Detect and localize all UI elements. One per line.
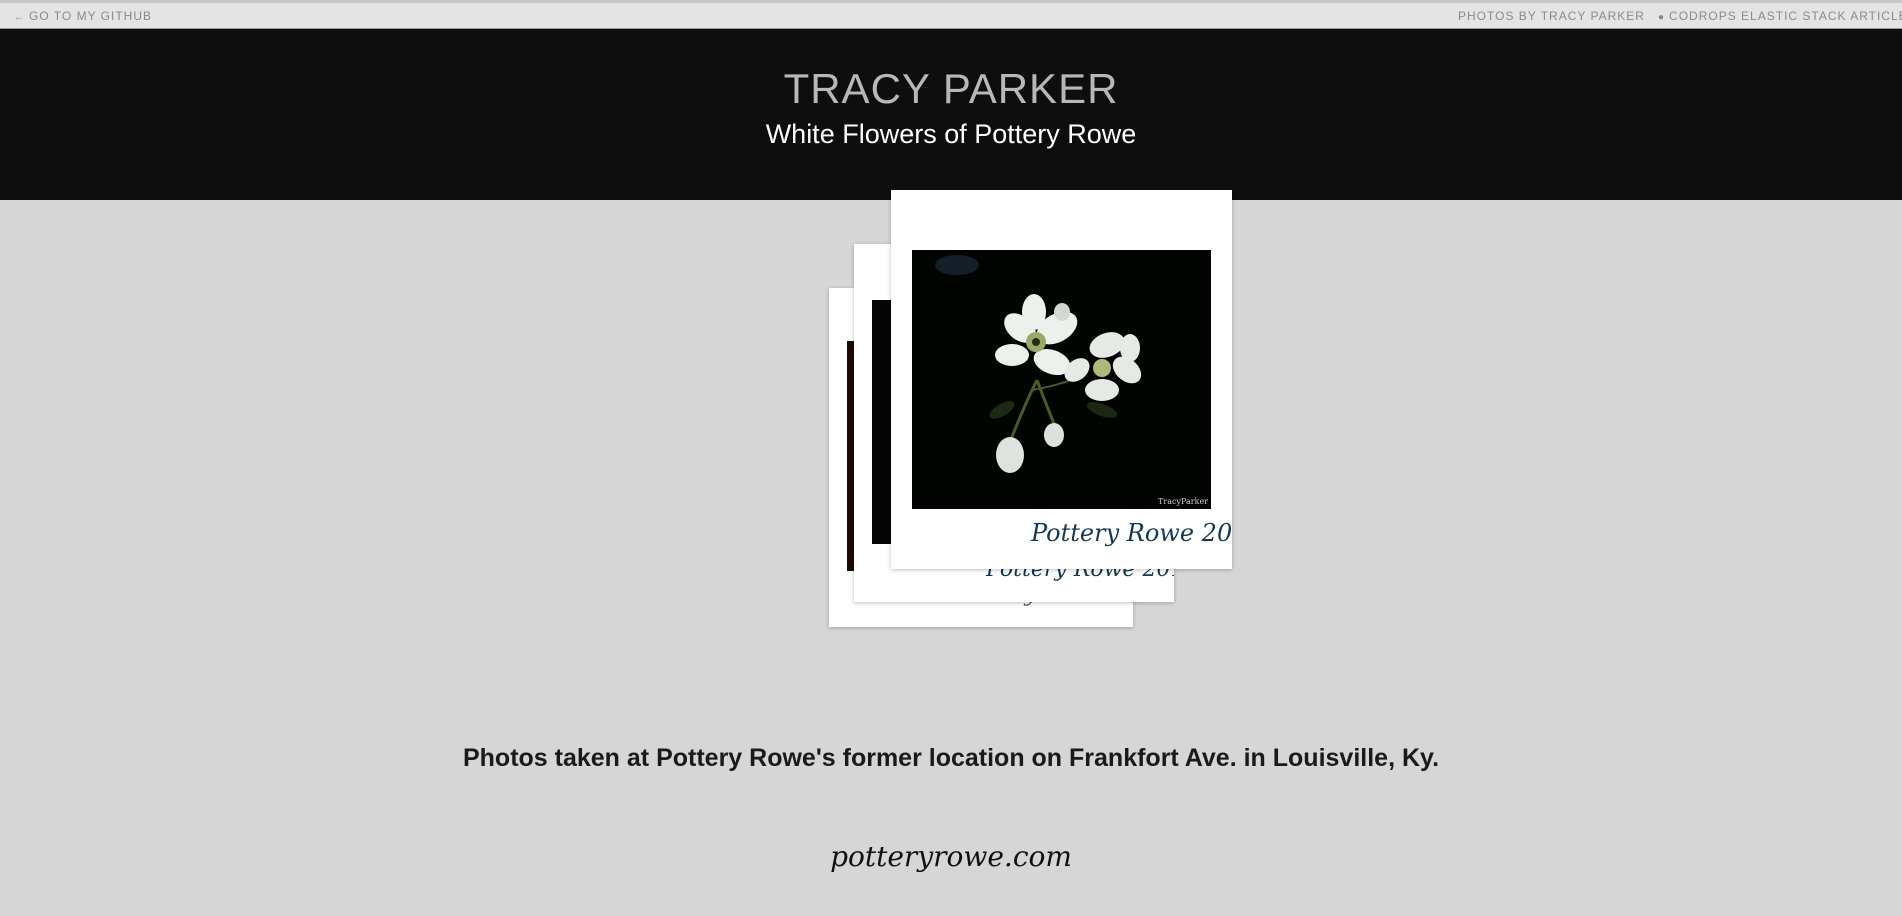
- photos-by-link[interactable]: Photos by Tracy Parker: [1458, 9, 1645, 23]
- github-link-label: Go to my GitHub: [29, 9, 153, 23]
- flower-photo: [872, 300, 892, 544]
- top-bar: ← Go to my GitHub Photos by Tracy Parker …: [0, 0, 1902, 29]
- github-link[interactable]: ← Go to my GitHub: [14, 9, 152, 23]
- photo-card-top[interactable]: TracyParker Pottery Rowe 2014: [891, 190, 1232, 569]
- article-link[interactable]: ● Codrops Elastic Stack Article: [1658, 9, 1902, 23]
- photo-watermark: TracyParker: [1158, 497, 1208, 506]
- flower-photo: TracyParker: [912, 250, 1211, 509]
- arrow-left-icon: ←: [14, 12, 25, 23]
- article-link-label: Codrops Elastic Stack Article: [1669, 9, 1902, 23]
- droplet-icon: ●: [1658, 12, 1666, 23]
- pottery-rowe-site-link[interactable]: potteryrowe.com: [0, 840, 1902, 873]
- page-header: TRACY PARKER White Flowers of Pottery Ro…: [0, 29, 1902, 200]
- photographer-name: TRACY PARKER: [783, 65, 1119, 112]
- gallery-description: Photos taken at Pottery Rowe's former lo…: [462, 744, 1440, 772]
- gallery-subtitle: White Flowers of Pottery Rowe: [765, 119, 1137, 149]
- white-flowers-image: [912, 250, 1211, 509]
- photo-caption: Pottery Rowe 2014: [1031, 519, 1232, 547]
